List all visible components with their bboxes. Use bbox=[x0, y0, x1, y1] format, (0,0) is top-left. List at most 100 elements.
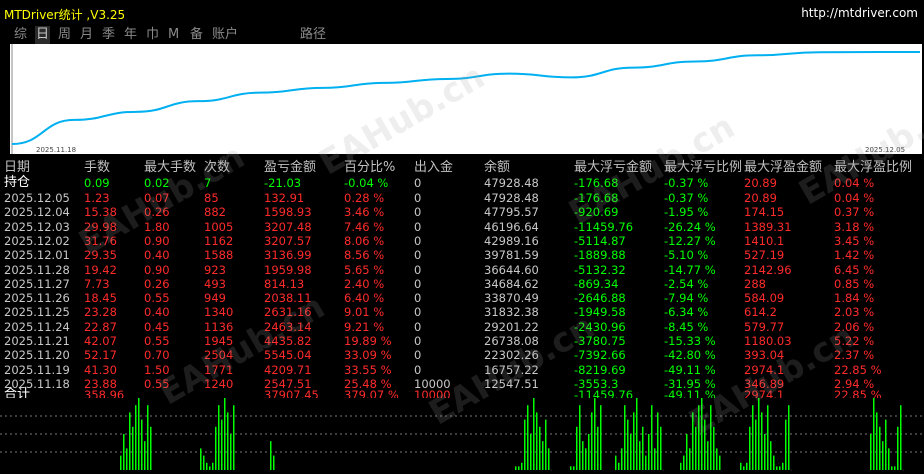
volume-bar bbox=[591, 412, 593, 470]
row-pct: 2.40 % bbox=[344, 276, 385, 291]
row-flow: 0 bbox=[414, 276, 422, 291]
period-tabs: 综日周月季年巾 M 备账户 路径 bbox=[0, 26, 924, 44]
row-count: 1340 bbox=[204, 305, 234, 320]
volume-bar bbox=[701, 398, 703, 470]
volume-bar bbox=[233, 405, 235, 470]
volume-bar bbox=[879, 426, 881, 470]
volume-bar bbox=[521, 462, 523, 470]
volume-bar bbox=[129, 412, 131, 470]
chart-end-date: 2025.12.05 bbox=[865, 146, 906, 154]
tab-7[interactable]: M bbox=[168, 26, 179, 44]
row-pct: 33.09 % bbox=[344, 348, 392, 363]
row-fp_amt: 527.19 bbox=[744, 248, 785, 263]
volume-bar bbox=[660, 426, 662, 470]
volume-bar bbox=[686, 434, 688, 470]
volume-bar bbox=[873, 398, 875, 470]
row-fl_amt: -1889.88 bbox=[574, 248, 626, 263]
hold-flow: 0 bbox=[414, 176, 422, 190]
hold-count: 7 bbox=[204, 176, 212, 190]
row-balance: 34684.62 bbox=[484, 276, 539, 291]
row-fl_pct: -6.34 % bbox=[664, 305, 709, 320]
row-lots: 1.23 bbox=[84, 191, 110, 205]
row-fp_amt: 584.09 bbox=[744, 291, 785, 306]
row-maxlots: 1.80 bbox=[144, 219, 170, 234]
volume-bar bbox=[752, 405, 754, 470]
volume-bar bbox=[135, 405, 137, 470]
row-flow: 0 bbox=[414, 262, 422, 277]
row-fl_pct: -49.11 % bbox=[664, 362, 716, 377]
volume-bar bbox=[582, 441, 584, 470]
volume-bar bbox=[758, 398, 760, 470]
row-fp_amt: 20.89 bbox=[744, 191, 777, 205]
row-date: 2025.11.25 bbox=[4, 305, 70, 320]
header-11: 最大浮盈比例 bbox=[834, 160, 913, 175]
tab-8[interactable]: 备 bbox=[190, 26, 203, 44]
volume-bar bbox=[579, 405, 581, 470]
volume-bar bbox=[695, 426, 697, 470]
volume-bar bbox=[206, 462, 208, 470]
row-fl_pct: -14.77 % bbox=[664, 262, 716, 277]
row-count: 1771 bbox=[204, 362, 234, 377]
tab-10[interactable]: 路径 bbox=[300, 26, 326, 44]
row-date: 2025.12.05 bbox=[4, 191, 70, 205]
volume-bar bbox=[654, 448, 656, 470]
volume-bar bbox=[545, 419, 547, 470]
hold-maxlots: 0.02 bbox=[144, 176, 170, 190]
row-pnl: 2631.16 bbox=[264, 305, 312, 320]
volume-bar bbox=[585, 448, 587, 470]
row-pct: 9.01 % bbox=[344, 305, 385, 320]
row-count: 1162 bbox=[204, 233, 234, 248]
window-title: MTDriver统计 ,V3.25 bbox=[4, 8, 126, 22]
row-date: 2025.11.20 bbox=[4, 348, 70, 363]
tab-6[interactable]: 巾 bbox=[146, 26, 159, 44]
row-maxlots: 0.55 bbox=[144, 334, 170, 348]
row-flow: 0 bbox=[414, 334, 422, 348]
row-fp_pct: 3.18 % bbox=[834, 219, 875, 234]
row-balance: 39781.59 bbox=[484, 248, 539, 263]
volume-bar bbox=[221, 419, 223, 470]
tab-4[interactable]: 季 bbox=[102, 26, 115, 44]
volume-bar bbox=[224, 398, 226, 470]
row-pnl: 3207.48 bbox=[264, 219, 312, 234]
row-date: 2025.11.21 bbox=[4, 334, 70, 348]
row-pnl: 4209.71 bbox=[264, 362, 312, 377]
row-fl_amt: -11459.76 bbox=[574, 219, 634, 234]
hold-fp_pct: 0.04 % bbox=[834, 176, 875, 190]
row-balance: 16757.22 bbox=[484, 362, 539, 377]
row-fp_amt: 393.04 bbox=[744, 348, 785, 363]
tab-2[interactable]: 周 bbox=[58, 26, 71, 44]
row-balance: 36644.60 bbox=[484, 262, 539, 277]
volume-bar bbox=[570, 466, 572, 470]
row-fp_pct: 0.04 % bbox=[834, 191, 875, 205]
header-10: 最大浮盈金额 bbox=[744, 160, 823, 175]
tab-1[interactable]: 日 bbox=[35, 26, 51, 44]
row-pnl: 5545.04 bbox=[264, 348, 312, 363]
row-count: 1136 bbox=[204, 319, 234, 334]
hold-fl_amt: -176.68 bbox=[574, 176, 619, 190]
row-fl_amt: -2430.96 bbox=[574, 319, 626, 334]
tab-5[interactable]: 年 bbox=[124, 26, 137, 44]
row-fl_amt: -2646.88 bbox=[574, 291, 626, 306]
volume-bar bbox=[882, 441, 884, 470]
tab-0[interactable]: 综 bbox=[14, 26, 27, 44]
hold-fp_amt: 20.89 bbox=[744, 176, 777, 190]
volume-bar bbox=[147, 405, 149, 470]
row-pct: 8.06 % bbox=[344, 233, 385, 248]
volume-bar bbox=[621, 448, 623, 470]
tab-9[interactable]: 账户 bbox=[212, 26, 238, 44]
volume-bar bbox=[639, 441, 641, 470]
website-link[interactable]: http://mtdriver.com bbox=[801, 6, 918, 20]
header-1: 手数 bbox=[84, 160, 111, 175]
row-fl_amt: -5114.87 bbox=[574, 233, 626, 248]
volume-bar bbox=[782, 462, 784, 470]
volume-bar bbox=[900, 405, 902, 470]
hold-balance: 47928.48 bbox=[484, 176, 539, 190]
volume-chart bbox=[0, 398, 924, 470]
row-balance: 47795.57 bbox=[484, 205, 539, 220]
row-maxlots: 0.70 bbox=[144, 348, 170, 363]
volume-bar bbox=[630, 434, 632, 470]
row-fl_pct: -26.24 % bbox=[664, 219, 716, 234]
tab-3[interactable]: 月 bbox=[80, 26, 93, 44]
volume-bar bbox=[200, 448, 202, 470]
equity-curve-line bbox=[11, 50, 920, 145]
